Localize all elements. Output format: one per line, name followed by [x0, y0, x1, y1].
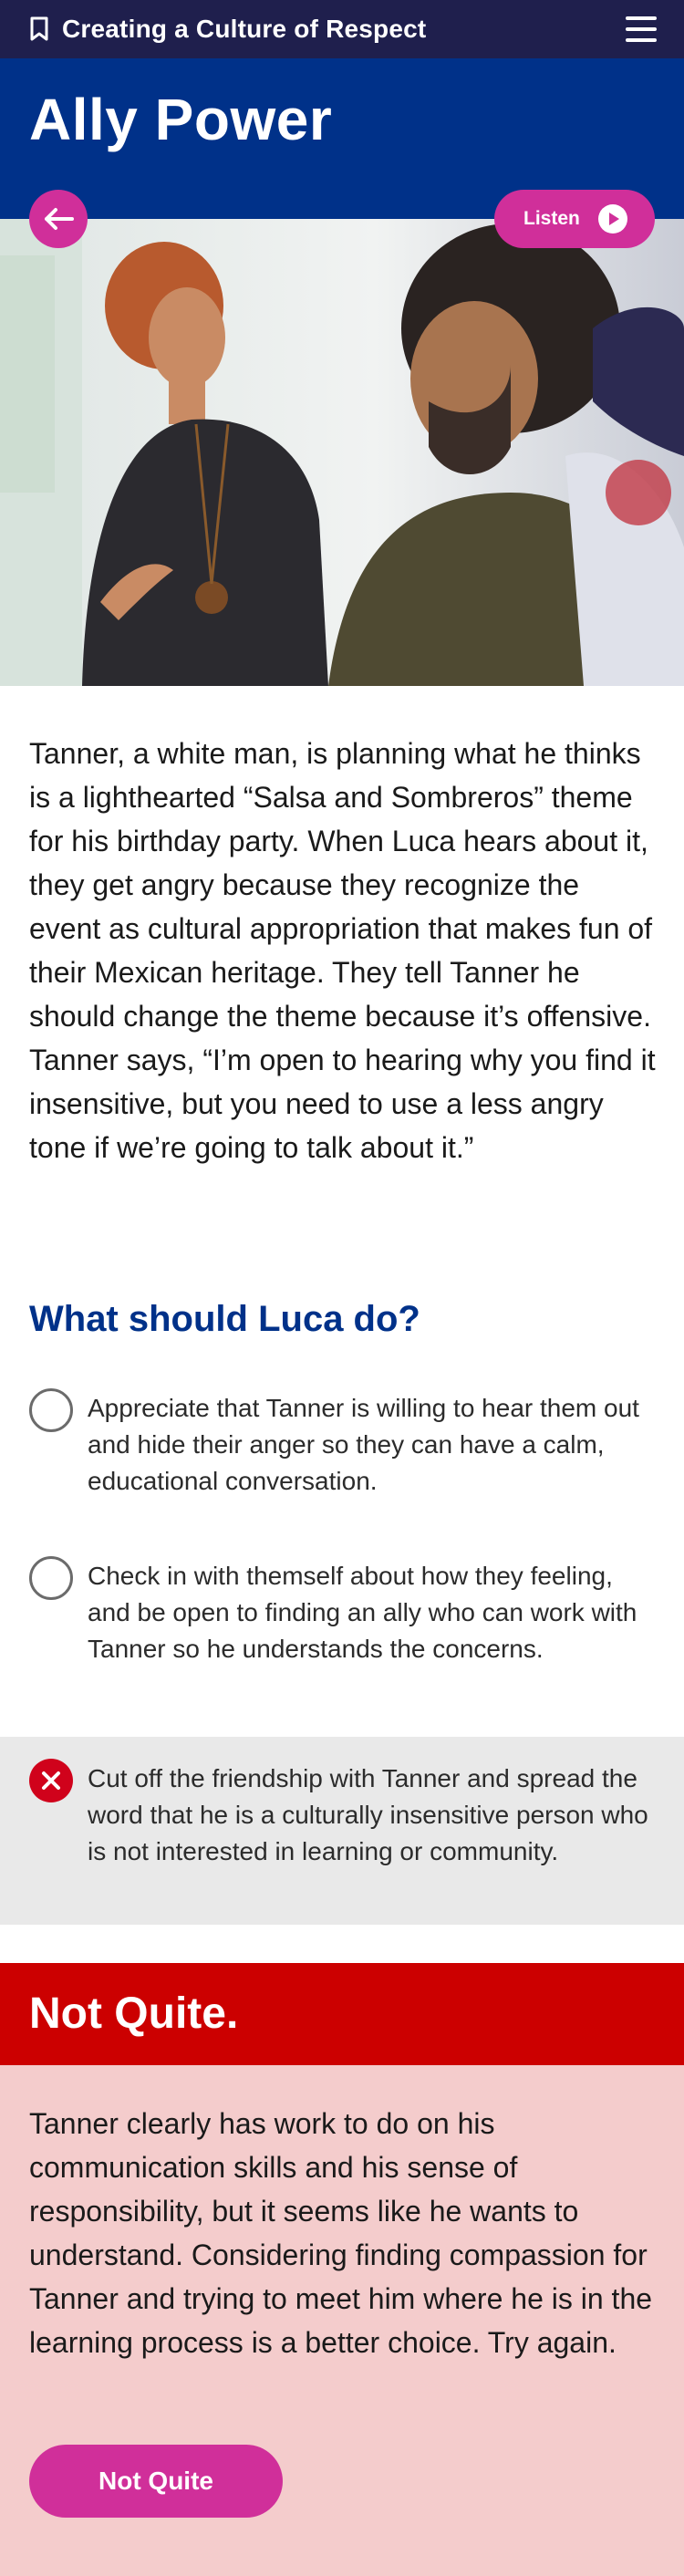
listen-button[interactable]: Listen: [494, 190, 655, 248]
radio-unselected-icon[interactable]: [29, 1556, 73, 1600]
top-bar: Creating a Culture of Respect: [0, 0, 684, 58]
answer-option-label: Appreciate that Tanner is willing to hea…: [88, 1394, 639, 1495]
arrow-left-icon: [45, 208, 74, 230]
answer-option-1[interactable]: Appreciate that Tanner is willing to hea…: [0, 1377, 684, 1532]
feedback-text: Tanner clearly has work to do on his com…: [29, 2107, 653, 2359]
listen-label: Listen: [523, 208, 580, 229]
not-quite-button[interactable]: Not Quite: [29, 2445, 283, 2518]
feedback-panel: Tanner clearly has work to do on his com…: [0, 2065, 684, 2576]
answer-option-label: Cut off the friendship with Tanner and s…: [88, 1764, 648, 1865]
play-circle-icon: [598, 204, 627, 234]
feedback-header: Not Quite.: [0, 1963, 684, 2065]
module-title: Creating a Culture of Respect: [62, 15, 427, 43]
question-title: What should Luca do?: [29, 1299, 420, 1339]
bookmark-icon[interactable]: [29, 16, 49, 42]
scenario-text: Tanner, a white man, is planning what he…: [29, 737, 656, 1164]
radio-unselected-icon[interactable]: [29, 1388, 73, 1432]
back-button[interactable]: [29, 190, 88, 248]
incorrect-x-icon[interactable]: [29, 1759, 73, 1802]
scenario-photo: [0, 219, 684, 686]
page-title: Ally Power: [29, 87, 333, 152]
feedback-title: Not Quite.: [29, 1989, 239, 2038]
answer-option-3-selected[interactable]: Cut off the friendship with Tanner and s…: [0, 1737, 684, 1925]
answer-option-label: Check in with themself about how they fe…: [88, 1562, 637, 1663]
hamburger-menu-icon[interactable]: [626, 16, 657, 42]
photo-illustration: [0, 219, 684, 686]
answer-option-2[interactable]: Check in with themself about how they fe…: [0, 1545, 684, 1713]
